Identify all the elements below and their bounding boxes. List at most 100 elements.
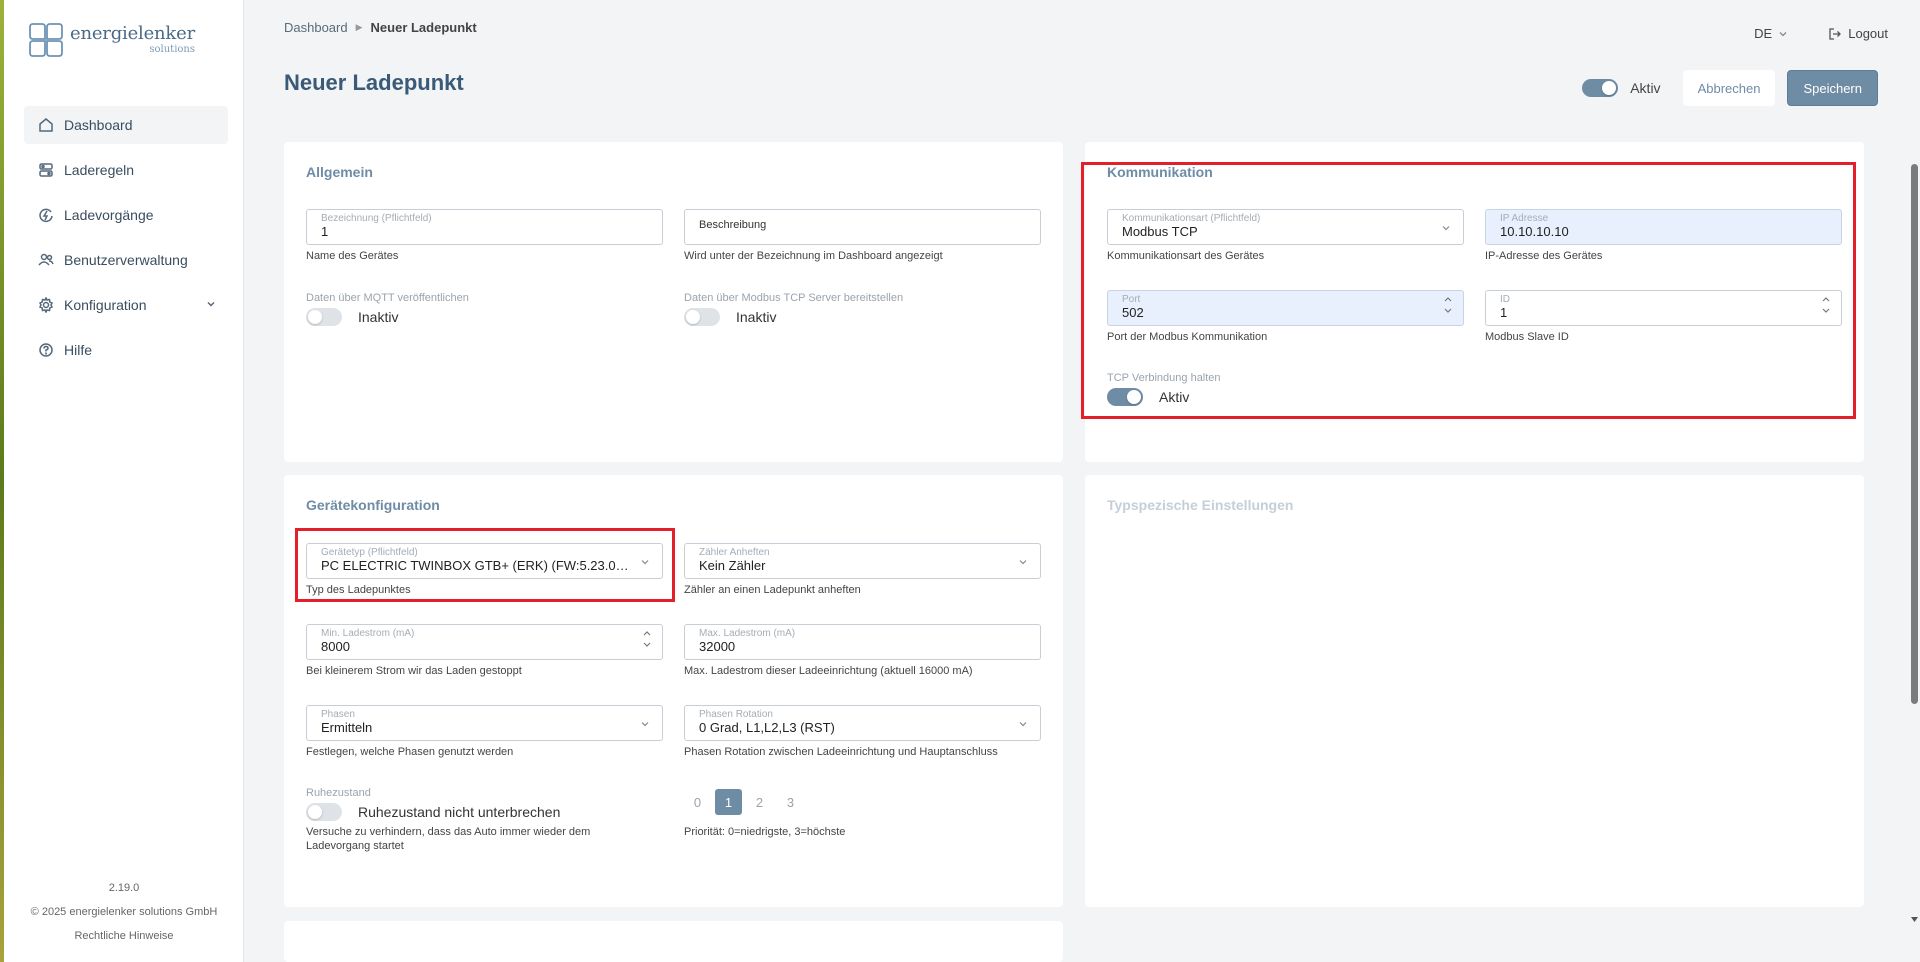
port-input[interactable]: Port 502: [1107, 290, 1464, 326]
logout-button[interactable]: Logout: [1828, 26, 1888, 41]
communication-type-select[interactable]: Kommunikationsart (Pflichtfeld) Modbus T…: [1107, 209, 1464, 245]
sidebar-nav: Dashboard Laderegeln Ladevorgänge Benutz…: [24, 106, 228, 376]
chevron-down-icon: [641, 722, 649, 727]
sidebar-item-label: Laderegeln: [64, 162, 135, 178]
scrollbar[interactable]: [1908, 160, 1920, 930]
charging-icon: [38, 207, 54, 223]
name-input[interactable]: Bezeichnung (Pflichtfeld) 1: [306, 209, 663, 245]
card-title: Typspezische Einstellungen: [1107, 497, 1294, 513]
meter-select[interactable]: Zähler Anheften Kein Zähler: [684, 543, 1041, 579]
page-title: Neuer Ladepunkt: [284, 70, 464, 95]
card-geraetekonfiguration: Gerätekonfiguration Gerätetyp (Pflichtfe…: [284, 475, 1063, 907]
sidebar-item-label: Dashboard: [64, 117, 133, 133]
gear-icon: [38, 297, 54, 313]
communication-type-field: Kommunikationsart (Pflichtfeld) Modbus T…: [1107, 209, 1464, 263]
legal-link[interactable]: Rechtliche Hinweise: [4, 924, 244, 948]
stepper-icon[interactable]: [642, 630, 652, 648]
tcp-keepalive-field: TCP Verbindung halten Aktiv: [1107, 372, 1221, 406]
scrollbar-thumb[interactable]: [1911, 164, 1918, 704]
sidebar-footer: 2.19.0 © 2025 energielenker solutions Gm…: [4, 876, 244, 948]
card-typspezifisch: Typspezische Einstellungen: [1085, 475, 1864, 907]
sidebar-item-dashboard[interactable]: Dashboard: [24, 106, 228, 144]
logo-sub: solutions: [149, 44, 195, 55]
logo[interactable]: energielenker solutions: [28, 22, 195, 58]
max-current-field: Max. Ladestrom (mA) 32000 Max. Ladestrom…: [684, 624, 1041, 678]
ip-input[interactable]: IP Adresse 10.10.10.10: [1485, 209, 1842, 245]
help-icon: [38, 342, 54, 358]
mqtt-toggle-field: Daten über MQTT veröffentlichen Inaktiv: [306, 292, 469, 326]
chevron-down-icon: [206, 296, 216, 314]
card-kommunikation: Kommunikation Kommunikationsart (Pflicht…: [1085, 142, 1864, 462]
logout-label: Logout: [1848, 26, 1888, 41]
home-icon: [38, 117, 54, 133]
chevron-down-icon: [1442, 226, 1450, 231]
sidebar: energielenker solutions Dashboard Ladere…: [4, 0, 244, 962]
language-value: DE: [1754, 26, 1773, 41]
min-current-field: Min. Ladestrom (mA) 8000 Bei kleinerem S…: [306, 624, 663, 678]
copyright: © 2025 energielenker solutions GmbH: [30, 906, 218, 918]
tcp-keepalive-toggle[interactable]: [1107, 388, 1143, 406]
language-select[interactable]: DE: [1754, 26, 1788, 41]
priority-option-2[interactable]: 2: [746, 789, 773, 815]
name-field: Bezeichnung (Pflichtfeld) 1 Name des Ger…: [306, 209, 663, 263]
idle-toggle-field: Ruhezustand Ruhezustand nicht unterbrech…: [306, 787, 591, 852]
main-content: Dashboard ▶ Neuer Ladepunkt DE Logout Ne…: [245, 0, 1920, 962]
phase-rotation-select[interactable]: Phasen Rotation 0 Grad, L1,L2,L3 (RST): [684, 705, 1041, 741]
breadcrumb-separator-icon: ▶: [355, 22, 363, 32]
max-current-input[interactable]: Max. Ladestrom (mA) 32000: [684, 624, 1041, 660]
slave-id-field: ID 1 Modbus Slave ID: [1485, 290, 1842, 344]
active-label: Aktiv: [1630, 80, 1661, 96]
sidebar-item-label: Ladevorgänge: [64, 207, 154, 223]
min-current-input[interactable]: Min. Ladestrom (mA) 8000: [306, 624, 663, 660]
stepper-icon[interactable]: [1821, 296, 1831, 314]
logo-icon: [29, 23, 63, 57]
sidebar-item-hilfe[interactable]: Hilfe: [24, 331, 228, 369]
sidebar-item-label: Hilfe: [64, 342, 93, 358]
header-actions: Aktiv Abbrechen Speichern: [1582, 70, 1878, 106]
priority-selector: 0 1 2 3: [684, 789, 804, 815]
phase-rotation-field: Phasen Rotation 0 Grad, L1,L2,L3 (RST) P…: [684, 705, 1041, 759]
phases-field: Phasen Ermitteln Festlegen, welche Phase…: [306, 705, 663, 759]
chevron-down-icon: [1019, 560, 1027, 565]
priority-option-1[interactable]: 1: [715, 789, 742, 815]
cancel-button[interactable]: Abbrechen: [1682, 70, 1776, 106]
meter-field: Zähler Anheften Kein Zähler Zähler an ei…: [684, 543, 1041, 597]
mqtt-toggle[interactable]: [306, 308, 342, 326]
description-field: Beschreibung Wird unter der Bezeichnung …: [684, 209, 1041, 263]
device-type-select[interactable]: Gerätetyp (Pflichtfeld) PC ELECTRIC TWIN…: [306, 543, 663, 579]
description-input[interactable]: Beschreibung: [684, 209, 1041, 245]
chevron-down-icon: [1019, 722, 1027, 727]
sidebar-item-laderegeln[interactable]: Laderegeln: [24, 151, 228, 189]
sidebar-item-konfiguration[interactable]: Konfiguration: [24, 286, 228, 324]
name-hint: Name des Gerätes: [306, 250, 399, 262]
description-hint: Wird unter der Bezeichnung im Dashboard …: [684, 250, 943, 262]
rules-icon: [38, 162, 54, 178]
modbus-server-toggle[interactable]: [684, 308, 720, 326]
stepper-icon[interactable]: [1443, 296, 1453, 314]
priority-option-0[interactable]: 0: [684, 789, 711, 815]
card-title: Gerätekonfiguration: [306, 497, 440, 513]
priority-hint: Priorität: 0=niedrigste, 3=höchste: [684, 826, 846, 838]
top-right-menu: DE Logout: [1754, 26, 1888, 41]
save-button[interactable]: Speichern: [1787, 70, 1878, 106]
scroll-down-arrow-icon[interactable]: [1910, 916, 1919, 924]
phases-select[interactable]: Phasen Ermitteln: [306, 705, 663, 741]
idle-toggle[interactable]: [306, 803, 342, 821]
card-title: Kommunikation: [1107, 164, 1213, 180]
logo-name: energielenker: [70, 23, 195, 44]
sidebar-item-label: Konfiguration: [64, 297, 147, 313]
breadcrumb-root[interactable]: Dashboard: [284, 20, 348, 35]
modbus-server-toggle-field: Daten über Modbus TCP Server bereitstell…: [684, 292, 904, 326]
version: 2.19.0: [108, 882, 140, 894]
card-next: [284, 921, 1063, 962]
port-field: Port 502 Port der Modbus Kommunikation: [1107, 290, 1464, 344]
slave-id-input[interactable]: ID 1: [1485, 290, 1842, 326]
sidebar-item-benutzerverwaltung[interactable]: Benutzerverwaltung: [24, 241, 228, 279]
active-toggle[interactable]: [1582, 79, 1619, 97]
device-type-field: Gerätetyp (Pflichtfeld) PC ELECTRIC TWIN…: [306, 543, 663, 597]
priority-option-3[interactable]: 3: [777, 789, 804, 815]
users-icon: [38, 252, 54, 268]
card-title: Allgemein: [306, 164, 373, 180]
logout-icon: [1829, 27, 1842, 40]
sidebar-item-ladevorgaenge[interactable]: Ladevorgänge: [24, 196, 228, 234]
